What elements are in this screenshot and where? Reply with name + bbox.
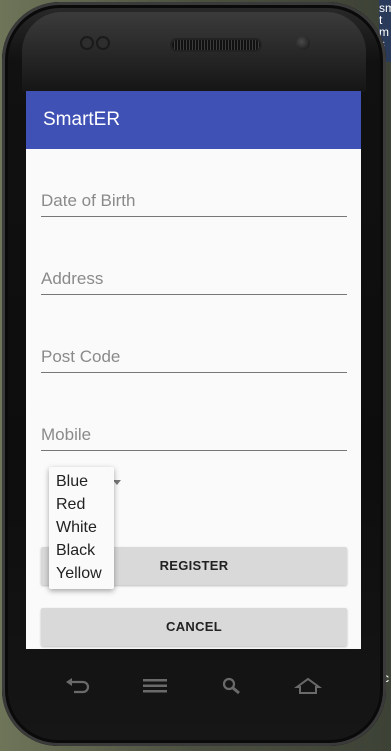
navigation-bar — [26, 658, 361, 714]
date-of-birth-field[interactable]: Date of Birth — [41, 185, 347, 217]
spinner-dropdown-arrow-icon[interactable] — [113, 480, 121, 485]
color-dropdown-menu: Blue Red White Black Yellow — [49, 467, 114, 589]
menu-icon[interactable] — [141, 676, 169, 696]
app-title: SmartER — [43, 109, 121, 130]
address-placeholder: Address — [41, 269, 104, 288]
home-icon[interactable] — [294, 676, 322, 696]
address-field[interactable]: Address — [41, 263, 347, 295]
emulator-window: sm t m s c SmartER Date of Birth Address… — [0, 0, 391, 751]
phone-top-bezel — [22, 12, 366, 92]
front-camera-icon — [296, 36, 310, 50]
app-screen: SmartER Date of Birth Address Post Code … — [26, 91, 361, 649]
dropdown-option-white[interactable]: White — [49, 516, 114, 539]
date-of-birth-placeholder: Date of Birth — [41, 191, 136, 210]
proximity-sensor-icon — [82, 38, 92, 48]
light-sensor-icon — [98, 38, 108, 48]
post-code-placeholder: Post Code — [41, 347, 121, 366]
app-bar: SmartER — [26, 91, 361, 149]
back-icon[interactable] — [64, 676, 92, 696]
mobile-field[interactable]: Mobile — [41, 419, 347, 451]
mobile-placeholder: Mobile — [41, 425, 92, 444]
post-code-field[interactable]: Post Code — [41, 341, 347, 373]
dropdown-option-yellow[interactable]: Yellow — [49, 562, 114, 585]
earpiece-speaker — [172, 40, 260, 50]
dropdown-option-red[interactable]: Red — [49, 493, 114, 516]
search-icon[interactable] — [218, 676, 246, 696]
dropdown-option-black[interactable]: Black — [49, 539, 114, 562]
cancel-button[interactable]: CANCEL — [41, 608, 347, 646]
dropdown-option-blue[interactable]: Blue — [49, 470, 114, 493]
